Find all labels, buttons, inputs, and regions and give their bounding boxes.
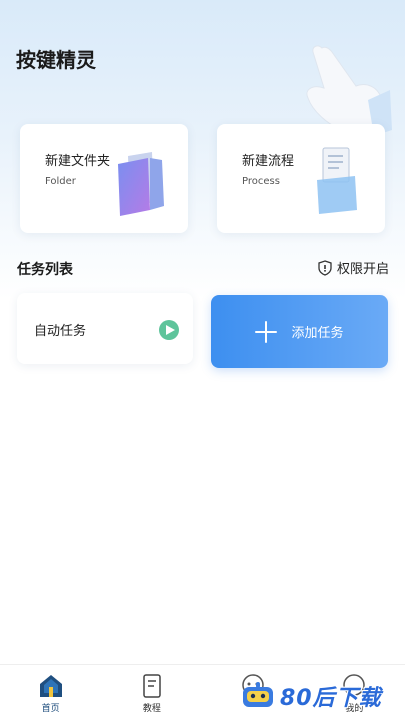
shield-icon [318,259,332,276]
task-list-title: 任务列表 [17,262,73,278]
tab-label: 首页 [41,704,60,714]
play-icon [166,325,175,335]
play-button[interactable] [159,320,179,340]
watermark-text: 80后下载 [280,686,382,711]
watermark: 80后下载 [240,676,405,716]
permission-label: 权限开启 [336,262,389,277]
add-task-button[interactable]: 添加任务 [211,295,388,368]
new-folder-subtitle: Folder [45,176,76,187]
tab-label: 教程 [142,704,161,714]
new-folder-card[interactable]: 新建文件夹 Folder [20,124,188,233]
permission-toggle[interactable]: 权限开启 [317,258,389,277]
tab-home[interactable]: 首页 [0,665,101,720]
robot-mascot-icon [243,682,273,707]
tab-tutorial[interactable]: 教程 [101,665,202,720]
new-process-title: 新建流程 [242,154,295,169]
task-card-auto[interactable]: 自动任务 [17,293,193,364]
task-label: 自动任务 [34,324,87,339]
new-process-card[interactable]: 新建流程 Process [217,124,385,233]
folder-icon [118,152,164,216]
book-icon [143,674,161,698]
new-folder-title: 新建文件夹 [45,154,111,169]
new-process-subtitle: Process [242,176,280,187]
plus-icon [255,320,278,343]
app-title: 按键精灵 [16,48,96,72]
add-task-label: 添加任务 [291,326,344,341]
document-icon [317,147,357,214]
home-icon [39,675,62,697]
